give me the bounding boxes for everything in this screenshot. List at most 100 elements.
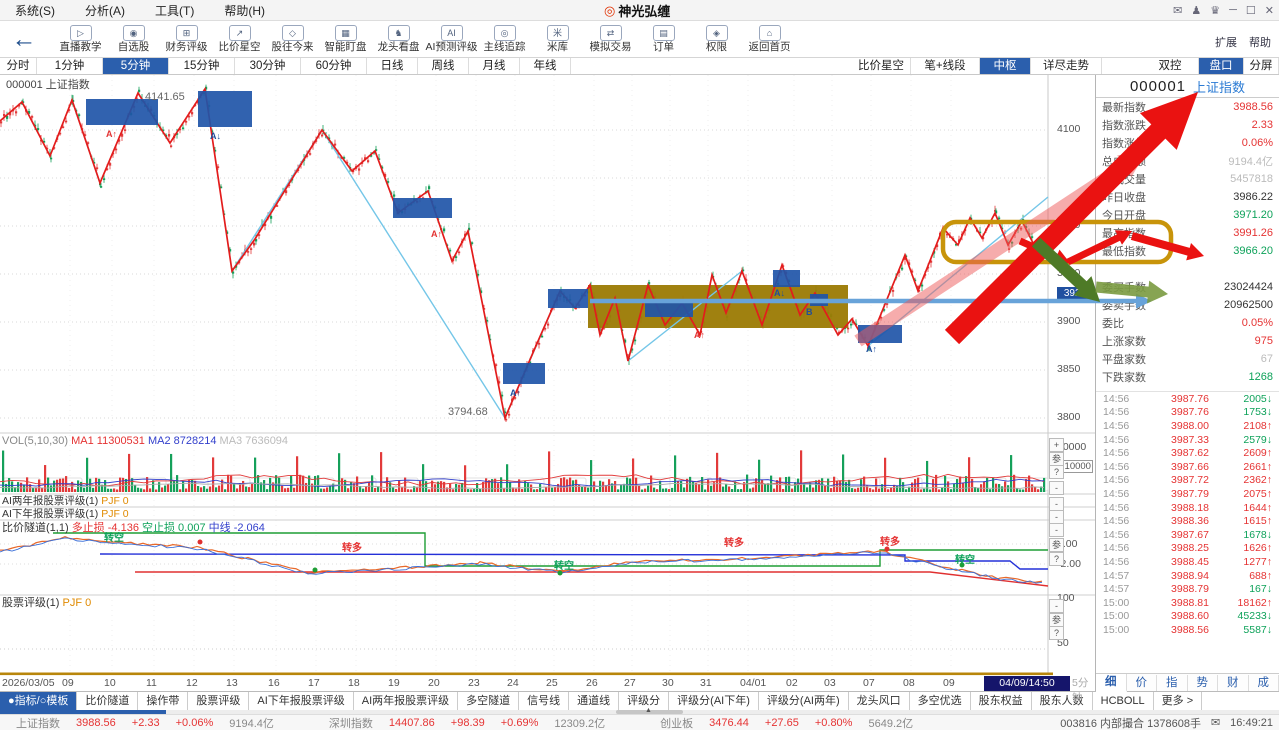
mode-tab-pen-segment[interactable]: 笔+线段 — [911, 58, 980, 74]
vip-icon[interactable]: ♛ — [1210, 4, 1220, 17]
quote-mini-tab-finance[interactable]: 财 — [1218, 675, 1249, 691]
status-segment: 9194.4亿 — [229, 715, 274, 731]
status-segment: 14407.86 — [389, 717, 435, 729]
menu-system[interactable]: 系统(S) — [0, 2, 70, 19]
quote-row: 总成交额9194.4亿 — [1096, 152, 1279, 170]
indicator-tab-rating-score-ai-next[interactable]: 评级分(AI下年) — [669, 692, 759, 710]
indicator-tab-signal-line[interactable]: 信号线 — [519, 692, 569, 710]
permissions-button[interactable]: ◈权限 — [690, 25, 743, 54]
tape-row: 15:003988.8118162↑ — [1096, 596, 1279, 610]
leader-watch-button[interactable]: ♞龙头看盘 — [372, 25, 425, 54]
indicator-tab-leader-gap[interactable]: 龙头风口 — [849, 692, 910, 710]
period-tab-month[interactable]: 月线 — [469, 58, 520, 74]
indicator-tab-long-short-tunnel[interactable]: 多空隧道 — [458, 692, 519, 710]
indicator-tab-shareholder-equity[interactable]: 股东权益 — [971, 692, 1032, 710]
bull-icon: ♞ — [388, 25, 410, 41]
quote-mini-tab-trend[interactable]: 势 — [1188, 675, 1219, 691]
miku-button[interactable]: 米米库 — [531, 25, 584, 54]
expand-button[interactable]: 扩展 — [1215, 34, 1237, 50]
period-tab-time[interactable]: 分时 — [0, 58, 37, 74]
quote-row-value: 3988.56 — [1233, 101, 1273, 113]
indicator-tab-rating-score-ai-two[interactable]: 评级分(AI两年) — [759, 692, 849, 710]
menu-analysis[interactable]: 分析(A) — [70, 2, 140, 19]
panel-button[interactable]: - — [1049, 599, 1064, 613]
period-tab-15min[interactable]: 15分钟 — [169, 58, 235, 74]
quote-mini-tab-volume[interactable]: 成 — [1249, 675, 1279, 691]
tape-volume: 167↓ — [1209, 583, 1279, 595]
indicator-tab-long-short-select[interactable]: 多空优选 — [910, 692, 971, 710]
crosshair-date-badge: 04/09/14:50 — [984, 676, 1070, 691]
x-axis-label: 09 — [943, 676, 955, 691]
mainline-track-button[interactable]: ◎主线追踪 — [478, 25, 531, 54]
mail-icon[interactable]: ✉ — [1173, 4, 1182, 17]
stock-history-button[interactable]: ◇股往今来 — [266, 25, 319, 54]
x-axis-label: 18 — [348, 676, 360, 691]
mode-tab-detailed-trend[interactable]: 详尽走势 — [1031, 58, 1102, 74]
period-tab-day[interactable]: 日线 — [367, 58, 418, 74]
menu-help[interactable]: 帮助(H) — [209, 2, 280, 19]
panel-button[interactable]: ? — [1049, 626, 1064, 640]
symbol-name[interactable]: 上证指数 — [1193, 77, 1245, 96]
view-tab-dual-control[interactable]: 双控 — [1142, 58, 1199, 74]
indicator-tab-indicator-template[interactable]: ●指标/○模板 — [0, 692, 77, 710]
quote-row-value: 0.06% — [1242, 137, 1273, 149]
quote-row-label: 最低指数 — [1102, 243, 1146, 259]
period-tab-5min[interactable]: 5分钟 — [103, 58, 169, 74]
panel-button[interactable]: + — [1049, 438, 1064, 452]
period-tab-30min[interactable]: 30分钟 — [235, 58, 301, 74]
panel-button[interactable]: 参 — [1049, 452, 1064, 466]
quote-row-value: 67 — [1261, 353, 1273, 365]
watchlist-button[interactable]: ◉自选股 — [107, 25, 160, 54]
quote-mini-tab-detail[interactable]: 细 — [1096, 674, 1127, 692]
vol-ma1: MA1 11300531 — [71, 435, 145, 447]
live-teaching-button[interactable]: ▷直播教学 — [54, 25, 107, 54]
period-tab-1min[interactable]: 1分钟 — [37, 58, 103, 74]
user-icon[interactable]: ♟ — [1191, 4, 1201, 17]
panel-button[interactable]: - — [1049, 523, 1064, 537]
indicator-tab-channel-line[interactable]: 通道线 — [569, 692, 619, 710]
indicator-tab-hcboll[interactable]: HCBOLL — [1093, 692, 1154, 710]
quote-mini-tab-price[interactable]: 价 — [1127, 675, 1158, 691]
maximize-button[interactable]: ☐ — [1246, 4, 1256, 17]
smart-watch-button[interactable]: ▦智能盯盘 — [319, 25, 372, 54]
volume-indicator-header: VOL(5,10,30) MA1 11300531 MA2 8728214 MA… — [2, 435, 288, 447]
close-button[interactable]: ✕ — [1265, 4, 1274, 17]
panel-button[interactable]: - — [1049, 510, 1064, 524]
back-home-button[interactable]: ⌂返回首页 — [743, 25, 796, 54]
mode-tab-price-compare-sky[interactable]: 比价星空 — [852, 58, 911, 74]
panel-button[interactable]: - — [1049, 481, 1064, 495]
orders-button[interactable]: ▤订单 — [637, 25, 690, 54]
panel-button[interactable]: - — [1049, 497, 1064, 511]
svg-text:B: B — [806, 307, 813, 317]
rating-value: PJF 0 — [63, 597, 92, 609]
ai-predict-rating-button[interactable]: AIAI预测评级 — [425, 25, 478, 54]
indicator-tab-price-tunnel[interactable]: 比价隧道 — [77, 692, 138, 710]
back-button[interactable]: ← — [6, 24, 42, 54]
view-tab-order-book[interactable]: 盘口 — [1199, 58, 1244, 74]
x-axis-label: 12 — [186, 676, 198, 691]
tape-time: 14:56 — [1096, 474, 1141, 486]
indicator-tab-stock-rating[interactable]: 股票评级 — [188, 692, 249, 710]
panel-button[interactable]: 参 — [1049, 613, 1064, 627]
period-tab-week[interactable]: 周线 — [418, 58, 469, 74]
sim-trading-button[interactable]: ⇄模拟交易 — [584, 25, 637, 54]
period-tab-year[interactable]: 年线 — [520, 58, 571, 74]
panel-button[interactable]: ? — [1049, 465, 1064, 479]
help-button[interactable]: 帮助 — [1249, 34, 1271, 50]
finance-rating-button[interactable]: ⊞财务评级 — [160, 25, 213, 54]
indicator-tab-operation-band[interactable]: 操作带 — [138, 692, 188, 710]
mode-tab-pivot[interactable]: 中枢 — [980, 58, 1031, 74]
svg-text:转多: 转多 — [880, 535, 900, 548]
menu-tools[interactable]: 工具(T) — [140, 2, 209, 19]
blue-line-price-badge: 3920 — [1057, 287, 1093, 301]
panel-button[interactable]: ? — [1049, 552, 1064, 566]
minimize-button[interactable]: ─ — [1229, 4, 1237, 16]
indicator-tab-ai-nextyear-rating[interactable]: AI下年报股票评级 — [249, 692, 353, 710]
quote-mini-tab-index[interactable]: 指 — [1157, 675, 1188, 691]
price-compare-sky-button[interactable]: ↗比价星空 — [213, 25, 266, 54]
view-tab-split-screen[interactable]: 分屏 — [1244, 58, 1279, 74]
indicator-tab-more[interactable]: 更多 > — [1154, 692, 1202, 710]
indicator-tab-ai-twoyear-rating[interactable]: AI两年报股票评级 — [354, 692, 458, 710]
period-tab-60min[interactable]: 60分钟 — [301, 58, 367, 74]
panel-button[interactable]: 参 — [1049, 538, 1064, 552]
